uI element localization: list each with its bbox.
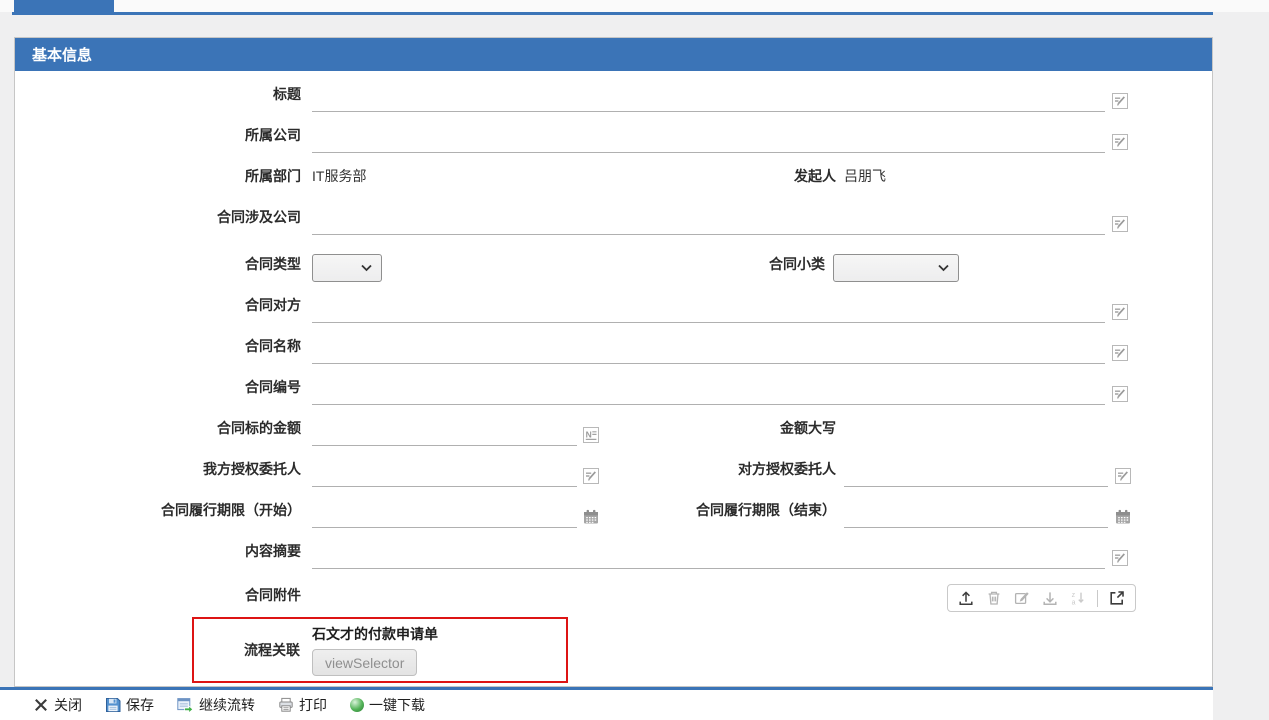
- text-edit-icon[interactable]: [583, 468, 599, 484]
- period-end-label: 合同履行期限（结束）: [696, 502, 836, 518]
- calendar-icon[interactable]: [583, 509, 599, 525]
- print-button[interactable]: 打印: [278, 695, 327, 715]
- contract-subtype-select[interactable]: [833, 254, 959, 282]
- annotation-highlight-box: 流程关联 石文才的付款申请单 viewSelector: [192, 617, 568, 683]
- form-row-counterparty: 合同对方: [15, 282, 1212, 323]
- contract-name-label: 合同名称: [245, 338, 301, 354]
- form-row-agents: 我方授权委托人 对方授权委托人: [15, 446, 1212, 487]
- form-row-attachments: 合同附件: [15, 569, 1212, 613]
- form-row-involved-company: 合同涉及公司: [15, 194, 1212, 235]
- form-row-contract-type: 合同类型 合同小类: [15, 235, 1212, 282]
- contract-name-input[interactable]: [312, 342, 1105, 364]
- continue-flow-button[interactable]: 继续流转: [177, 695, 255, 715]
- save-label: 保存: [126, 697, 154, 713]
- amount-in-words-label: 金额大写: [780, 420, 836, 436]
- number-input-icon[interactable]: [583, 427, 599, 443]
- flow-forward-icon: [177, 698, 194, 713]
- chevron-down-icon: [938, 264, 949, 271]
- form-row-department: 所属部门 IT服务部 发起人 吕朋飞: [15, 153, 1212, 194]
- contract-subtype-label: 合同小类: [769, 256, 825, 272]
- counterparty-label: 合同对方: [245, 297, 301, 313]
- title-label: 标题: [273, 86, 301, 102]
- amount-input[interactable]: [312, 424, 577, 446]
- attachments-label: 合同附件: [245, 587, 301, 603]
- green-ball-icon: [350, 698, 364, 712]
- period-start-label: 合同履行期限（开始）: [161, 502, 301, 518]
- initiator-value: 吕朋飞: [844, 168, 886, 184]
- toolbar-divider: [1097, 589, 1098, 607]
- form-row-title: 标题: [15, 71, 1212, 112]
- form-row-period: 合同履行期限（开始） 合同履行期限（结束）: [15, 487, 1212, 528]
- section-header: 基本信息: [15, 38, 1212, 71]
- title-input[interactable]: [312, 90, 1105, 112]
- text-edit-icon[interactable]: [1112, 216, 1128, 232]
- involved-company-label: 合同涉及公司: [217, 209, 301, 225]
- form-row-amount: 合同标的金额 金额大写: [15, 405, 1212, 446]
- contract-type-select[interactable]: [312, 254, 382, 282]
- initiator-label: 发起人: [794, 168, 836, 184]
- basic-info-panel: 基本信息 标题 所属公司 所属部门 IT服务部 发起人 吕朋飞 合同涉及公司 合…: [14, 37, 1213, 687]
- attachments-toolbar: [947, 584, 1136, 612]
- upload-icon[interactable]: [957, 589, 975, 607]
- calendar-icon[interactable]: [1115, 509, 1131, 525]
- period-end-input[interactable]: [844, 506, 1108, 528]
- text-edit-icon[interactable]: [1112, 304, 1128, 320]
- view-selector-button[interactable]: viewSelector: [312, 649, 418, 676]
- company-label: 所属公司: [245, 127, 301, 143]
- form-row-contract-number: 合同编号: [15, 364, 1212, 405]
- counterparty-agent-input[interactable]: [844, 465, 1108, 487]
- download-icon[interactable]: [1041, 589, 1059, 607]
- text-edit-icon[interactable]: [1112, 134, 1128, 150]
- section-title: 基本信息: [32, 47, 93, 64]
- contract-type-label: 合同类型: [245, 256, 301, 272]
- workflow-link[interactable]: 石文才的付款申请单: [312, 624, 438, 644]
- summary-label: 内容摘要: [245, 543, 301, 559]
- sort-icon[interactable]: [1069, 589, 1087, 607]
- text-edit-icon[interactable]: [1112, 550, 1128, 566]
- close-icon: [34, 698, 48, 712]
- text-edit-icon[interactable]: [1112, 345, 1128, 361]
- chevron-down-icon: [361, 264, 372, 271]
- department-label: 所属部门: [245, 168, 301, 184]
- our-agent-input[interactable]: [312, 465, 577, 487]
- amount-label: 合同标的金额: [217, 420, 301, 436]
- counterparty-input[interactable]: [312, 301, 1105, 323]
- footer-toolbar: 关闭 保存 继续流转 打印 一键下载: [0, 687, 1213, 720]
- floppy-disk-icon: [106, 698, 121, 712]
- period-start-input[interactable]: [312, 506, 577, 528]
- text-edit-icon[interactable]: [1112, 93, 1128, 109]
- delete-icon[interactable]: [985, 589, 1003, 607]
- text-edit-icon[interactable]: [1115, 468, 1131, 484]
- text-edit-icon[interactable]: [1112, 386, 1128, 402]
- tab-underline: [12, 12, 1213, 15]
- counterparty-agent-label: 对方授权委托人: [738, 461, 836, 477]
- save-button[interactable]: 保存: [105, 695, 154, 715]
- edit-icon[interactable]: [1013, 589, 1031, 607]
- close-label: 关闭: [54, 697, 82, 713]
- contract-number-input[interactable]: [312, 383, 1105, 405]
- continue-flow-label: 继续流转: [199, 697, 255, 713]
- company-input[interactable]: [312, 131, 1105, 153]
- active-tab[interactable]: [14, 0, 114, 12]
- our-agent-label: 我方授权委托人: [203, 461, 301, 477]
- contract-number-label: 合同编号: [245, 379, 301, 395]
- open-in-new-window-icon[interactable]: [1108, 589, 1126, 607]
- form-row-summary: 内容摘要: [15, 528, 1212, 569]
- one-click-download-button[interactable]: 一键下载: [350, 695, 425, 715]
- one-click-download-label: 一键下载: [369, 697, 425, 713]
- form-row-contract-name: 合同名称: [15, 323, 1212, 364]
- involved-company-input[interactable]: [312, 213, 1105, 235]
- form-row-company: 所属公司: [15, 112, 1212, 153]
- printer-icon: [279, 697, 293, 712]
- summary-input[interactable]: [312, 547, 1105, 569]
- workflow-relation-content: 石文才的付款申请单 viewSelector: [312, 624, 438, 676]
- top-strip: [0, 0, 1269, 12]
- workflow-relation-label: 流程关联: [244, 642, 300, 658]
- department-value: IT服务部: [312, 168, 367, 184]
- print-label: 打印: [299, 697, 327, 713]
- close-button[interactable]: 关闭: [33, 695, 82, 715]
